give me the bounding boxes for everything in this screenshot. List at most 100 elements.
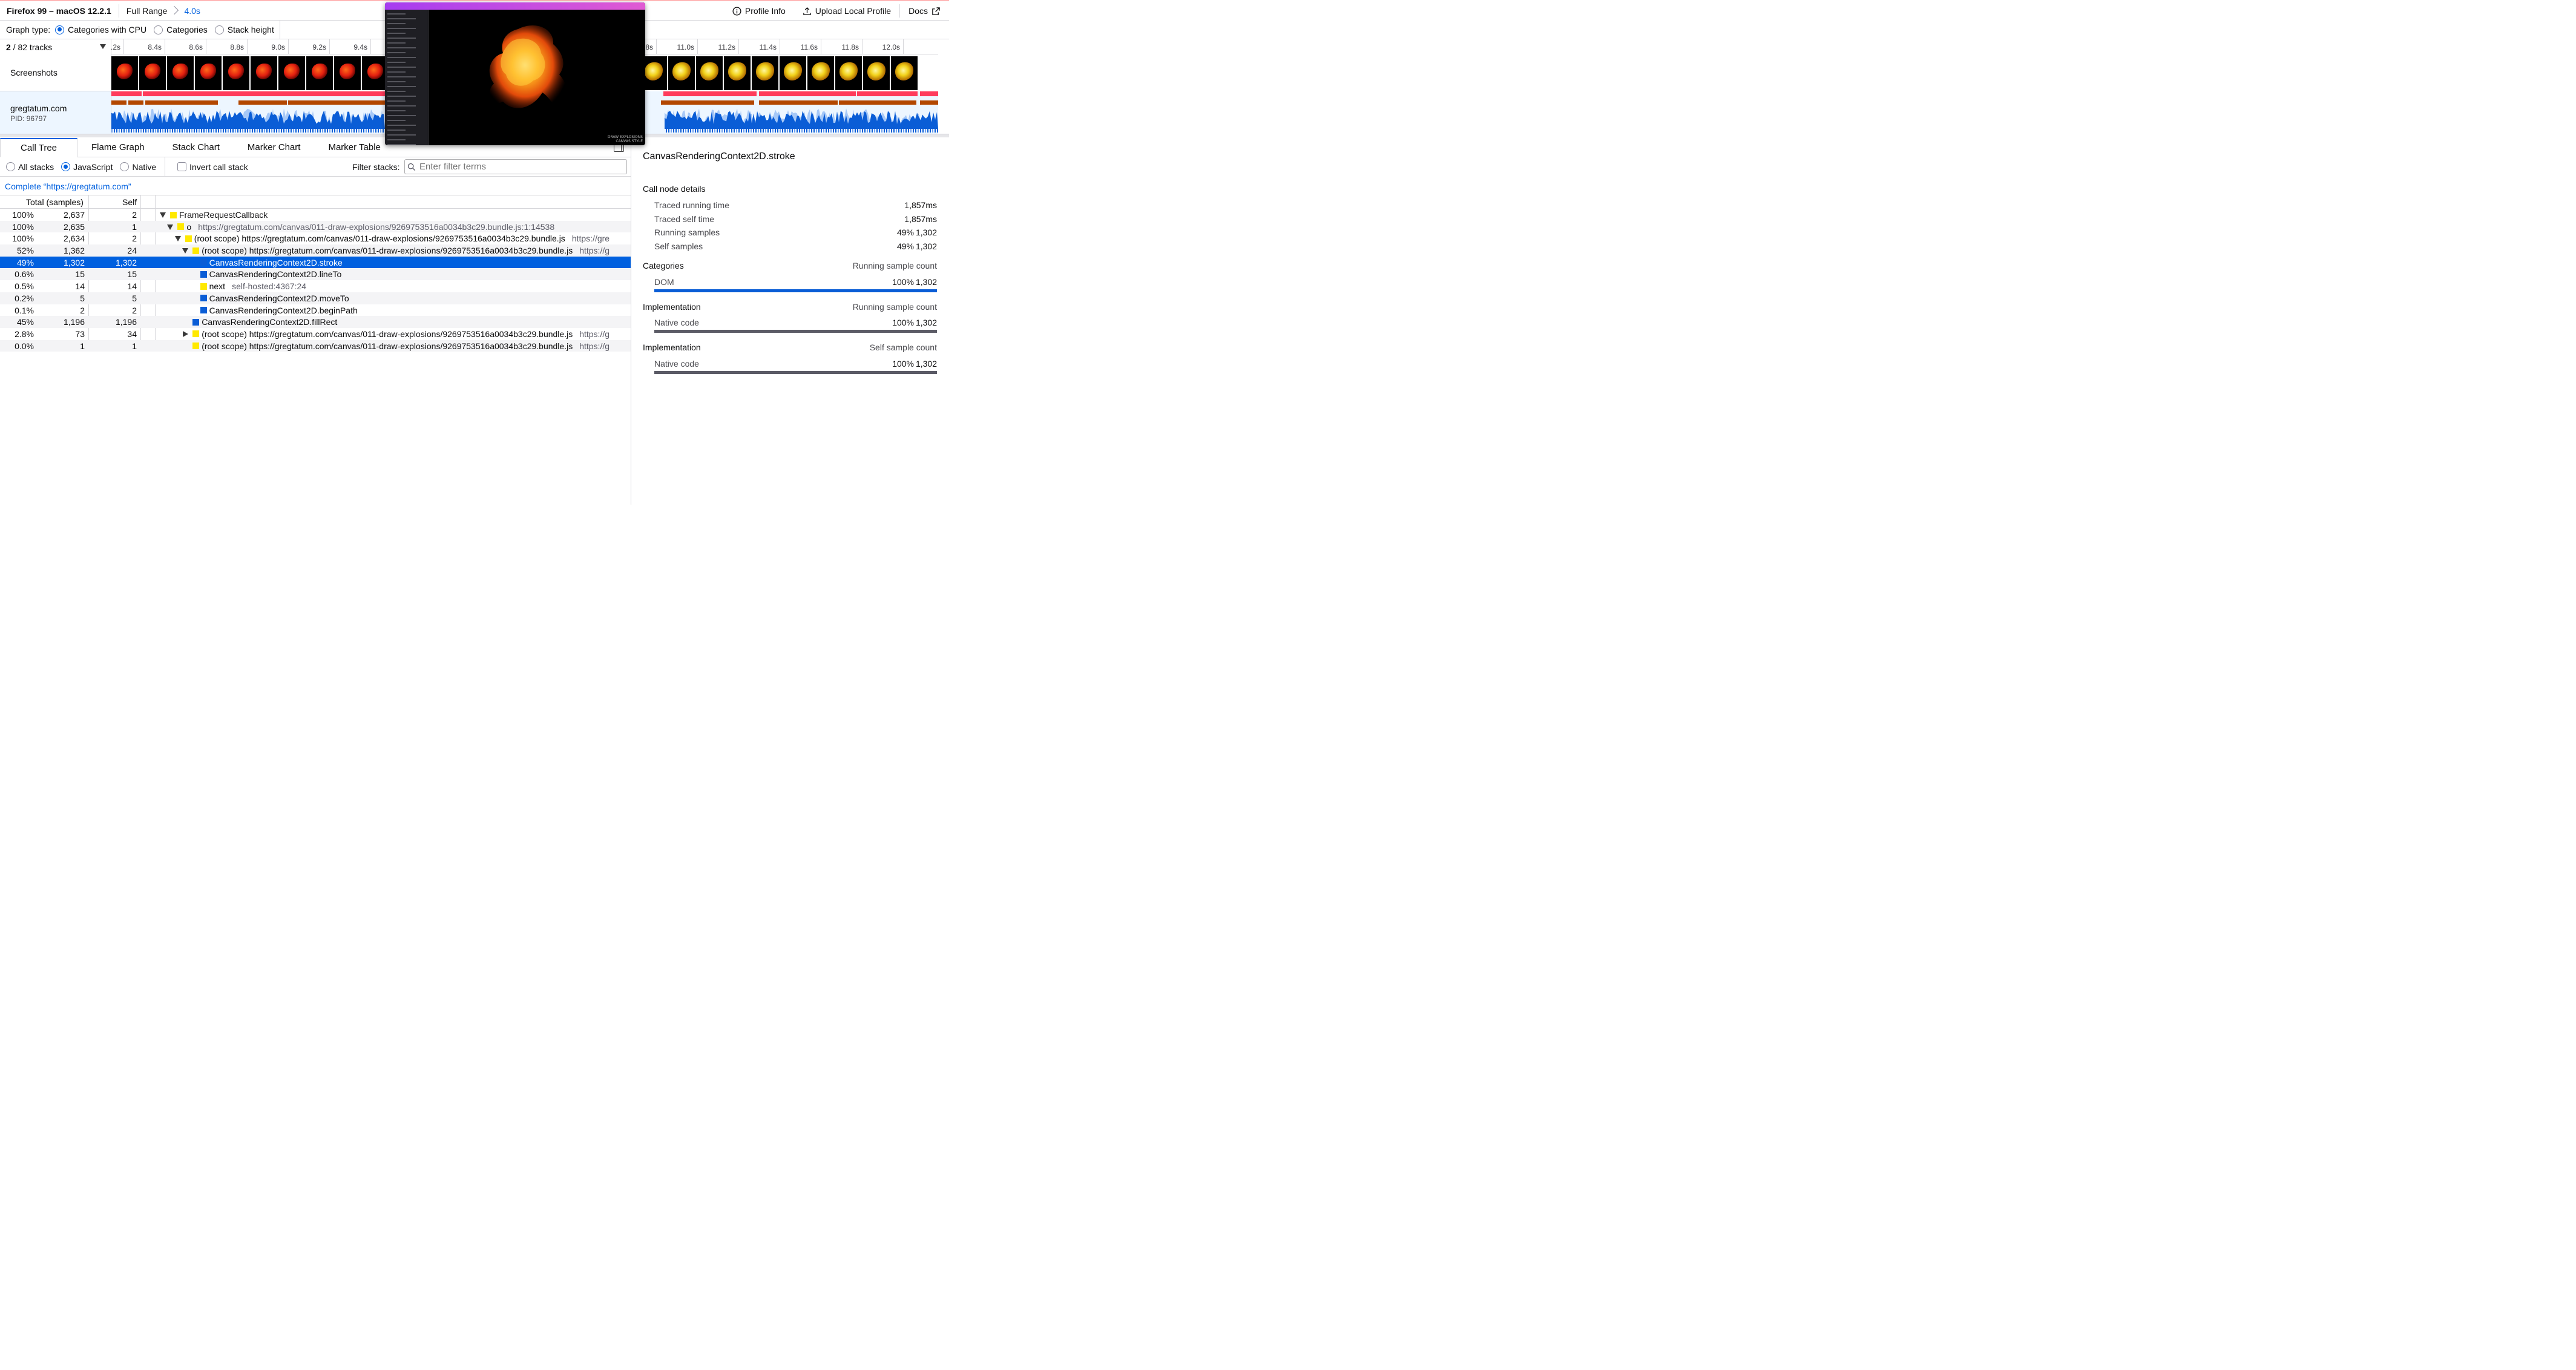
sample-stripe bbox=[777, 129, 778, 133]
screenshot-thumbnail[interactable] bbox=[306, 56, 333, 90]
screenshot-thumbnail[interactable] bbox=[835, 56, 862, 90]
call-tree-row[interactable]: 100% 2,634 2 (root scope) https://gregtatum… bbox=[0, 232, 631, 244]
twisty-expanded-icon[interactable] bbox=[174, 235, 182, 242]
stack-type-javascript[interactable]: JavaScript bbox=[61, 162, 113, 172]
graph-type-categories-cpu[interactable]: Categories with CPU bbox=[55, 25, 146, 34]
screenshot-thumbnail[interactable] bbox=[724, 56, 751, 90]
sample-stripe bbox=[937, 129, 938, 133]
stack-type-native[interactable]: Native bbox=[120, 162, 156, 172]
screenshot-thumbnail[interactable] bbox=[223, 56, 249, 90]
function-name: (root scope) https://gregtatum.com/canva… bbox=[202, 341, 573, 351]
call-tree-row[interactable]: 49% 1,302 1,302 CanvasRenderingContext2D.st… bbox=[0, 256, 631, 269]
tab-call-tree[interactable]: Call Tree bbox=[0, 138, 77, 157]
track-count-dropdown[interactable]: 2 / 82 tracks bbox=[0, 39, 111, 54]
radio-icon[interactable] bbox=[61, 162, 71, 171]
sample-stripe bbox=[828, 129, 829, 133]
call-tree-row[interactable]: 100% 2,637 2 FrameRequestCallback bbox=[0, 209, 631, 221]
function-cell: (root scope) https://gregtatum.com/canva… bbox=[174, 234, 610, 243]
sample-stripe bbox=[271, 129, 272, 133]
sample-stripe bbox=[859, 129, 861, 133]
category-swatch-icon bbox=[200, 307, 207, 313]
screenshots-track-label[interactable]: Screenshots bbox=[0, 54, 111, 91]
screenshot-thumbnail[interactable] bbox=[863, 56, 890, 90]
ruler-tick bbox=[656, 39, 657, 54]
chevron-right-icon bbox=[171, 4, 179, 18]
graph-type-categories[interactable]: Categories bbox=[154, 25, 208, 34]
tab-marker-chart[interactable]: Marker Chart bbox=[234, 137, 315, 157]
call-tree-row[interactable]: 0.2% 5 5 CanvasRenderingContext2D.moveTo bbox=[0, 292, 631, 304]
tab-flame-graph[interactable]: Flame Graph bbox=[77, 137, 159, 157]
screenshot-thumbnail[interactable] bbox=[891, 56, 918, 90]
invert-label: Invert call stack bbox=[189, 162, 248, 172]
twisty-expanded-icon[interactable] bbox=[159, 211, 166, 218]
screenshot-thumbnail[interactable] bbox=[167, 56, 194, 90]
profile-name[interactable]: Firefox 99 – macOS 12.2.1 bbox=[0, 6, 119, 16]
sample-stripe bbox=[116, 129, 117, 133]
screenshot-thumbnail[interactable] bbox=[696, 56, 723, 90]
upload-label: Upload Local Profile bbox=[815, 6, 892, 16]
docs-button[interactable]: Docs bbox=[900, 6, 949, 16]
sample-stripe bbox=[140, 129, 142, 133]
dom-value: 1,302 bbox=[915, 277, 937, 287]
call-tree-row[interactable]: 52% 1,362 24 (root scope) https://gregtatum… bbox=[0, 244, 631, 257]
sample-stripe bbox=[121, 129, 122, 133]
breadcrumb-selection[interactable]: 4.0s bbox=[179, 6, 203, 16]
filter-stacks-input[interactable]: Enter filter terms bbox=[404, 159, 627, 174]
radio-icon[interactable] bbox=[214, 25, 224, 34]
info-icon bbox=[732, 6, 741, 16]
screenshot-thumbnail[interactable] bbox=[752, 56, 778, 90]
call-tree-row[interactable]: 100% 2,635 1 o https://gregtatum.com/canvas/… bbox=[0, 220, 631, 233]
function-name: (root scope) https://gregtatum.com/canva… bbox=[194, 234, 565, 244]
sample-stripe bbox=[901, 129, 902, 133]
categories-column-label: Running sample count bbox=[852, 261, 937, 270]
process-name: gregtatum.com bbox=[10, 103, 67, 113]
twisty-expanded-icon[interactable] bbox=[166, 223, 174, 231]
sample-stripe bbox=[816, 129, 817, 133]
call-tree-row[interactable]: 0.1% 2 2 CanvasRenderingContext2D.beginPath bbox=[0, 304, 631, 316]
upload-local-profile-button[interactable]: Upload Local Profile bbox=[794, 6, 899, 16]
profile-info-button[interactable]: Profile Info bbox=[724, 6, 794, 16]
preview-text-line bbox=[387, 96, 416, 97]
sample-stripe bbox=[237, 129, 238, 133]
twisty-collapsed-icon[interactable] bbox=[182, 330, 189, 338]
invert-call-stack-checkbox[interactable]: Invert call stack bbox=[177, 162, 248, 172]
screenshot-thumbnail[interactable] bbox=[780, 56, 806, 90]
screenshot-thumbnail[interactable] bbox=[139, 56, 166, 90]
sample-stripe bbox=[257, 129, 258, 133]
graph-type-stack-height[interactable]: Stack height bbox=[214, 25, 274, 34]
call-tree-row[interactable]: 0.5% 14 14 next self-hosted:4367:24 bbox=[0, 280, 631, 292]
screenshot-thumbnail[interactable] bbox=[278, 56, 305, 90]
sample-stripe bbox=[143, 129, 144, 133]
call-tree-row[interactable]: 0.6% 15 15 CanvasRenderingContext2D.lineTo bbox=[0, 268, 631, 281]
call-tree-row[interactable]: 45% 1,196 1,196 CanvasRenderingContext2D.fi… bbox=[0, 316, 631, 328]
screenshot-thumbnail[interactable] bbox=[195, 56, 222, 90]
breadcrumb-full-range[interactable]: Full Range bbox=[119, 6, 171, 16]
sample-stripe bbox=[673, 129, 674, 133]
radio-icon[interactable] bbox=[55, 25, 65, 34]
screenshot-thumbnail[interactable] bbox=[668, 56, 695, 90]
call-tree-row[interactable]: 2.8% 73 34 (root scope) https://gregtatum.c… bbox=[0, 328, 631, 340]
radio-icon[interactable] bbox=[154, 25, 163, 34]
tab-stack-chart[interactable]: Stack Chart bbox=[159, 137, 234, 157]
preview-text-line bbox=[387, 18, 416, 19]
sample-stripe bbox=[366, 129, 367, 133]
radio-icon[interactable] bbox=[6, 162, 15, 171]
radio-icon[interactable] bbox=[120, 162, 130, 171]
stack-type-all[interactable]: All stacks bbox=[6, 162, 54, 172]
process-track-label[interactable]: gregtatum.com PID: 96797 bbox=[0, 91, 111, 134]
checkbox-icon[interactable] bbox=[177, 162, 187, 171]
category-swatch-icon bbox=[170, 211, 177, 218]
screenshot-thumbnail[interactable] bbox=[334, 56, 361, 90]
screenshot-thumbnail[interactable] bbox=[111, 56, 138, 90]
twisty-expanded-icon[interactable] bbox=[182, 247, 189, 254]
sample-stripe bbox=[353, 129, 355, 133]
screenshot-thumbnail[interactable] bbox=[807, 56, 834, 90]
sample-stripe bbox=[891, 129, 892, 133]
call-tree-row[interactable]: 0.0% 1 1 (root scope) https://gregtatum.com… bbox=[0, 339, 631, 352]
screenshot-thumbnail[interactable] bbox=[251, 56, 277, 90]
call-tree-breadcrumb[interactable]: Complete “https://gregtatum.com” bbox=[0, 177, 631, 195]
tab-marker-table[interactable]: Marker Table bbox=[314, 137, 394, 157]
sample-stripe bbox=[361, 129, 362, 133]
graph-type-selector: Graph type: Categories with CPU Categori… bbox=[0, 21, 280, 39]
